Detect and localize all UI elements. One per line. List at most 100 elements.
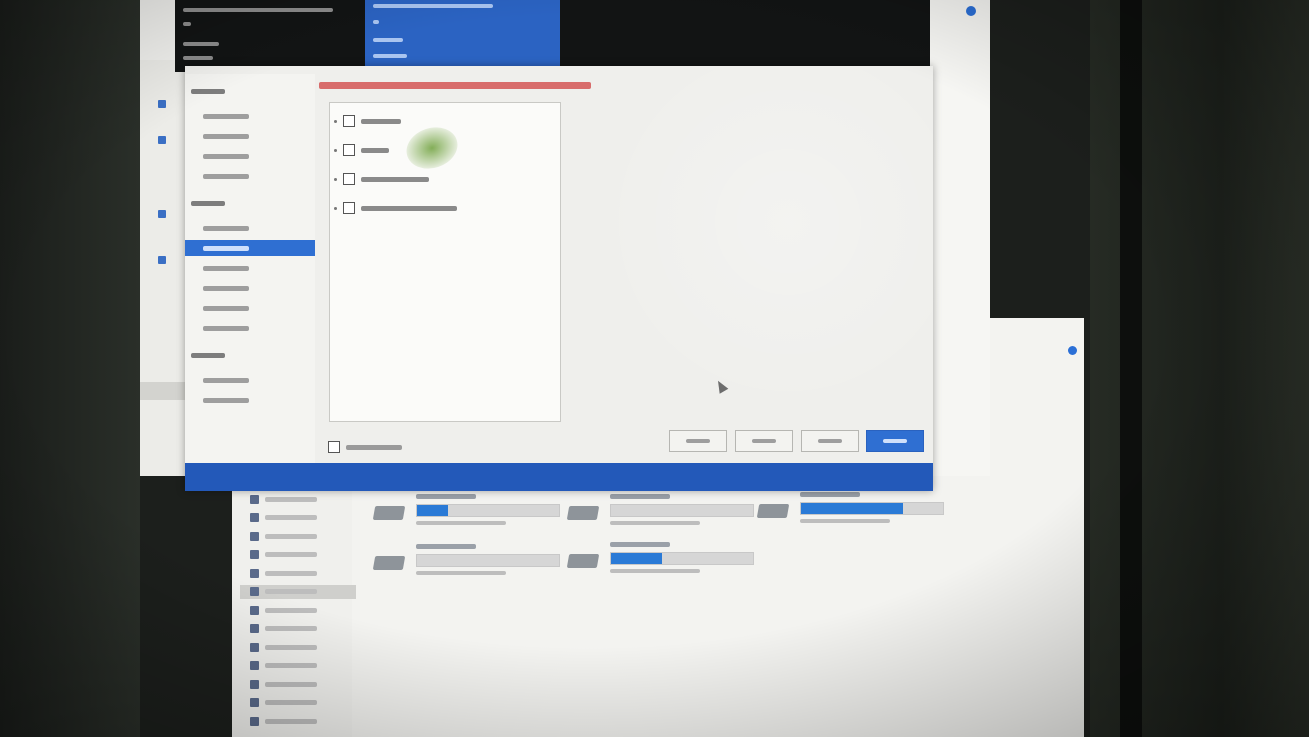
expand-bullet-icon[interactable] (334, 148, 337, 152)
nav-item[interactable] (250, 696, 340, 710)
option-label (361, 118, 401, 124)
bottom-option-checkbox[interactable] (328, 441, 340, 453)
nav-item[interactable] (250, 566, 340, 580)
nav-icon[interactable] (158, 256, 166, 264)
nav-item-icon (250, 587, 259, 596)
nav-item-selected[interactable] (240, 584, 356, 599)
nav-item-label (265, 663, 317, 668)
option-label (361, 176, 429, 182)
nav-selected-row[interactable] (140, 382, 190, 400)
explorer-right-pane (930, 0, 990, 476)
sidebar-item[interactable] (185, 320, 315, 336)
hard-drive-icon (372, 506, 406, 520)
bottom-option-label (346, 444, 402, 450)
dialog-button-2[interactable] (735, 430, 793, 452)
sidebar-item[interactable] (185, 260, 315, 276)
nav-item[interactable] (250, 529, 340, 543)
drive-tile[interactable] (566, 492, 758, 536)
nav-item-label (265, 626, 317, 631)
drive-usage-bar (610, 504, 754, 517)
nav-item-icon (250, 661, 259, 670)
drive-tile[interactable] (372, 492, 564, 536)
sidebar-item[interactable] (185, 372, 315, 388)
nav-item-label (265, 718, 317, 724)
sidebar-item-label (203, 285, 249, 291)
nav-item[interactable] (250, 548, 340, 562)
sidebar-section-heading (191, 198, 225, 208)
drive-tile[interactable] (566, 540, 758, 584)
nav-item[interactable] (250, 714, 340, 728)
drive-tile[interactable] (756, 490, 948, 534)
drive-detail (416, 571, 506, 575)
option-row (330, 200, 457, 216)
window-indicator-icon (966, 6, 976, 16)
nav-item-icon (250, 531, 259, 541)
drive-tile[interactable] (372, 542, 564, 586)
option-checkbox[interactable] (343, 144, 355, 156)
monitor-bezel (1120, 0, 1142, 737)
sidebar-item[interactable] (185, 128, 315, 144)
sidebar-item[interactable] (185, 220, 315, 236)
nav-item-label (265, 644, 317, 650)
settings-dialog (185, 66, 933, 491)
dialog-primary-button[interactable] (866, 430, 924, 452)
nav-item-icon (250, 550, 259, 559)
sidebar-item[interactable] (185, 108, 315, 124)
expand-bullet-icon[interactable] (334, 177, 337, 181)
dialog-button-3[interactable] (801, 430, 859, 452)
sidebar-item-label (203, 153, 249, 159)
nav-item-label (265, 533, 317, 539)
dialog-primary-button-label (883, 439, 907, 443)
sidebar-item[interactable] (185, 300, 315, 316)
hard-drive-icon (566, 506, 600, 520)
option-checkbox[interactable] (343, 202, 355, 214)
sidebar-item-label (203, 377, 249, 383)
nav-item[interactable] (250, 622, 340, 636)
nav-icon[interactable] (158, 100, 166, 108)
sidebar-item-active[interactable] (185, 240, 315, 256)
hard-drive-icon (566, 554, 600, 568)
banner-selected-panel (365, 0, 560, 72)
nav-item[interactable] (250, 659, 340, 673)
nav-item-icon (250, 716, 259, 726)
drive-detail (800, 519, 890, 523)
drive-label (610, 542, 670, 547)
window-indicator-icon (1068, 346, 1077, 355)
sidebar-item[interactable] (185, 392, 315, 408)
option-label (361, 205, 457, 211)
drive-usage-bar (800, 502, 944, 515)
nav-item-icon (250, 568, 259, 578)
drive-usage-bar (416, 504, 560, 517)
nav-item[interactable] (250, 603, 340, 617)
nav-item[interactable] (250, 511, 340, 525)
nav-item[interactable] (250, 677, 340, 691)
nav-item-icon (250, 698, 259, 707)
nav-item[interactable] (250, 640, 340, 654)
sidebar-item[interactable] (185, 148, 315, 164)
sidebar-item[interactable] (185, 168, 315, 184)
sidebar-item-label (203, 245, 249, 251)
drive-usage-bar (610, 552, 754, 565)
nav-icon[interactable] (158, 136, 166, 144)
nav-item-label (265, 589, 317, 594)
hard-drive-icon (372, 556, 406, 570)
bottom-option (328, 441, 402, 453)
expand-bullet-icon[interactable] (334, 206, 337, 210)
dialog-footer-bar (185, 463, 933, 491)
drive-label (610, 494, 670, 499)
nav-item-icon (250, 605, 259, 615)
nav-item[interactable] (250, 492, 340, 506)
option-checkbox[interactable] (343, 115, 355, 127)
option-checkbox[interactable] (343, 173, 355, 185)
dialog-button-1[interactable] (669, 430, 727, 452)
option-row (330, 142, 389, 158)
expand-bullet-icon[interactable] (334, 119, 337, 123)
background-left (0, 0, 140, 737)
drive-label (416, 494, 476, 499)
drive-usage-fill (801, 503, 904, 514)
sidebar-item-label (203, 325, 249, 331)
dialog-button-1-label (686, 439, 710, 443)
nav-icon[interactable] (158, 210, 166, 218)
sidebar-item[interactable] (185, 280, 315, 296)
explorer-nav-strip (140, 60, 190, 476)
